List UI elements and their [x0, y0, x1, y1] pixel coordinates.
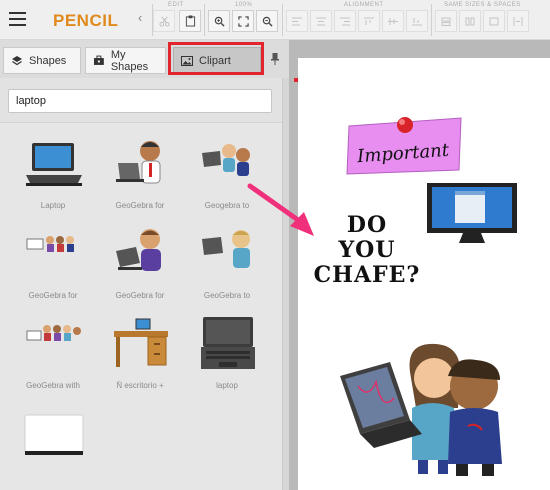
fit-screen-icon: [237, 15, 249, 27]
clipart-item[interactable]: GeoGebra for: [96, 219, 184, 309]
layers-icon: [12, 55, 22, 65]
toolbox-icon: [93, 55, 104, 65]
important-sticky-note[interactable]: Important: [343, 112, 465, 178]
same-size-button[interactable]: [483, 10, 505, 32]
align-top-button[interactable]: [358, 10, 380, 32]
fit-page-button[interactable]: [232, 10, 254, 32]
collapse-sidebar-chevron-icon[interactable]: ‹: [138, 10, 142, 25]
blank-card-thumbnail: [24, 414, 84, 455]
space-horizontal-button[interactable]: [507, 10, 529, 32]
clipart-item[interactable]: GeoGebra for: [9, 219, 97, 309]
align-left-icon: [292, 17, 302, 25]
same-size-icon: [489, 17, 499, 25]
align-right-icon: [340, 17, 350, 25]
toolbar-divider: [282, 4, 283, 36]
clipart-item-label: GeoGebra for: [115, 201, 165, 210]
clipart-tab-highlight-annotation: [168, 42, 264, 75]
align-top-icon: [364, 17, 374, 25]
align-bottom-button[interactable]: [406, 10, 428, 32]
clipart-search-input[interactable]: [8, 89, 272, 113]
clipart-item-label: laptop: [216, 381, 238, 390]
geogebra-character-thumbnail: [116, 141, 161, 184]
align-center-icon: [316, 17, 326, 25]
zoom-in-button[interactable]: [208, 10, 230, 32]
align-middle-button[interactable]: [382, 10, 404, 32]
align-middle-icon: [388, 17, 398, 25]
headline-line: DO: [346, 212, 388, 238]
geogebra-character-laptop-thumbnail: [116, 229, 161, 271]
toolbar-divider: [204, 4, 205, 36]
clipart-item[interactable]: GeoGebra with: [9, 309, 97, 399]
tab-shapes[interactable]: Shapes: [3, 47, 81, 74]
clipart-item[interactable]: Laptop: [9, 129, 97, 219]
cut-button[interactable]: [153, 10, 175, 32]
top-toolbar: PENCIL ‹ EDIT 100% ALIGNMENT SAME SIZES …: [0, 0, 550, 40]
page-handle-marker: [294, 78, 298, 82]
clipart-results-grid: Laptop GeoGebra for Geogebra to GeoGebra…: [0, 122, 282, 490]
do-you-chafe-text[interactable]: DO YOU CHAFE?: [312, 213, 422, 288]
clipart-item[interactable]: Ñ escritorio +: [96, 309, 184, 399]
clipboard-icon: [185, 15, 195, 27]
geogebra-group-thumbnail: [26, 236, 74, 252]
same-height-button[interactable]: [459, 10, 481, 32]
geogebra-classroom-thumbnail: [26, 325, 81, 341]
same-size-group-label: SAME SIZES & SPACES: [444, 2, 521, 8]
app-title: PENCIL: [53, 11, 119, 30]
zoom-group-label: 100%: [235, 2, 253, 8]
sidebar-scrollbar[interactable]: [282, 78, 289, 490]
zoom-out-button[interactable]: [256, 10, 278, 32]
clipart-item-label: Ñ escritorio +: [116, 381, 164, 390]
clipart-item-label: GeoGebra for: [28, 291, 78, 300]
clipart-item[interactable]: laptop: [183, 309, 271, 399]
characters-with-laptop-clipart[interactable]: [336, 342, 508, 478]
pink-pointer-arrow: [247, 183, 314, 236]
align-right-button[interactable]: [334, 10, 356, 32]
clipart-item-label: Laptop: [40, 201, 66, 210]
dark-laptop-thumbnail: [201, 317, 255, 369]
pencil-app-window: PENCIL ‹ EDIT 100% ALIGNMENT SAME SIZES …: [0, 0, 550, 490]
zoom-in-icon: [214, 16, 225, 27]
clipart-item[interactable]: GeoGebra for: [96, 129, 184, 219]
clipart-item-label: GeoGebra for: [115, 291, 165, 300]
scissors-icon: [158, 16, 170, 27]
align-bottom-icon: [412, 17, 422, 25]
same-height-icon: [465, 17, 475, 25]
space-horizontal-icon: [513, 16, 523, 26]
clipart-item-label: GeoGebra with: [26, 381, 80, 390]
same-width-button[interactable]: [435, 10, 457, 32]
desk-computer-thumbnail: [114, 318, 168, 367]
tab-my-shapes[interactable]: My Shapes: [85, 47, 166, 74]
tab-label: My Shapes: [110, 48, 149, 73]
pin-icon: [271, 53, 279, 65]
headline-line: CHAFE?: [313, 262, 421, 288]
toolbar-divider: [431, 4, 432, 36]
monitor-clipart[interactable]: [425, 181, 519, 247]
zoom-out-icon: [262, 16, 273, 27]
hamburger-menu-icon[interactable]: [9, 12, 26, 26]
tab-label: Shapes: [29, 54, 67, 67]
clipart-item-label: GeoGebra to: [203, 291, 251, 300]
same-width-icon: [441, 17, 451, 26]
headline-line: YOU: [338, 237, 396, 263]
pin-sidebar-button[interactable]: [267, 50, 283, 68]
align-center-button[interactable]: [310, 10, 332, 32]
alignment-group-label: ALIGNMENT: [344, 2, 384, 8]
clipart-panel: Laptop GeoGebra for Geogebra to GeoGebra…: [0, 78, 282, 490]
laptop-thumbnail: [26, 143, 82, 186]
clipart-item[interactable]: [9, 399, 97, 489]
paste-button[interactable]: [179, 10, 201, 32]
align-left-button[interactable]: [286, 10, 308, 32]
edit-group-label: EDIT: [168, 2, 184, 8]
